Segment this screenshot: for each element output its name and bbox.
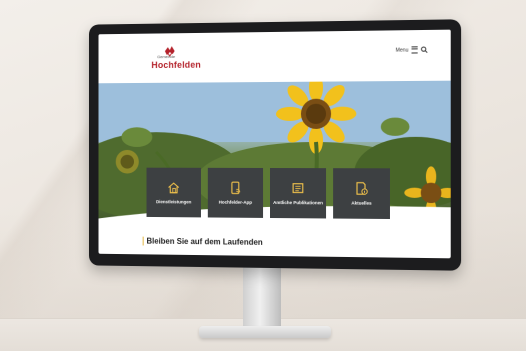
monitor-stand-neck	[243, 266, 281, 330]
tile-label: Dienstleistungen	[156, 199, 192, 205]
monitor-stand-base	[199, 326, 331, 338]
quick-link-tiles: Dienstleistungen Hochfelder-App Amtliche…	[146, 167, 390, 220]
newspaper-icon	[291, 181, 305, 195]
menu-label: Menu	[395, 46, 409, 54]
menu-button[interactable]: Menu	[395, 46, 428, 54]
tile-label: Amtliche Publikationen	[273, 200, 323, 206]
tile-dienstleistungen[interactable]: Dienstleistungen	[146, 167, 201, 218]
tile-label: Hochfelder-App	[218, 199, 253, 205]
site-logo[interactable]: Gemeinde Hochfelden	[142, 45, 201, 75]
tile-amtliche-publikationen[interactable]: Amtliche Publikationen	[270, 167, 327, 219]
hamburger-icon	[411, 46, 418, 54]
tile-aktuelles[interactable]: Aktuelles	[333, 168, 390, 220]
phone-app-icon	[228, 181, 242, 195]
monitor: Gemeinde Hochfelden Menu Dienstleistunge…	[88, 19, 462, 271]
house-icon	[167, 181, 181, 195]
logo-name-text: Hochfelden	[151, 59, 201, 71]
logo-prefix-text: Gemeinde	[157, 54, 176, 60]
document-info-icon	[354, 181, 368, 195]
section-headline: Bleiben Sie auf dem Laufenden	[142, 236, 263, 247]
tile-label: Aktuelles	[351, 200, 372, 206]
site-header: Gemeinde Hochfelden Menu	[98, 29, 451, 84]
search-icon[interactable]	[421, 46, 428, 53]
website-screen: Gemeinde Hochfelden Menu Dienstleistunge…	[98, 29, 451, 259]
tile-hochfelder-app[interactable]: Hochfelder-App	[207, 167, 264, 218]
